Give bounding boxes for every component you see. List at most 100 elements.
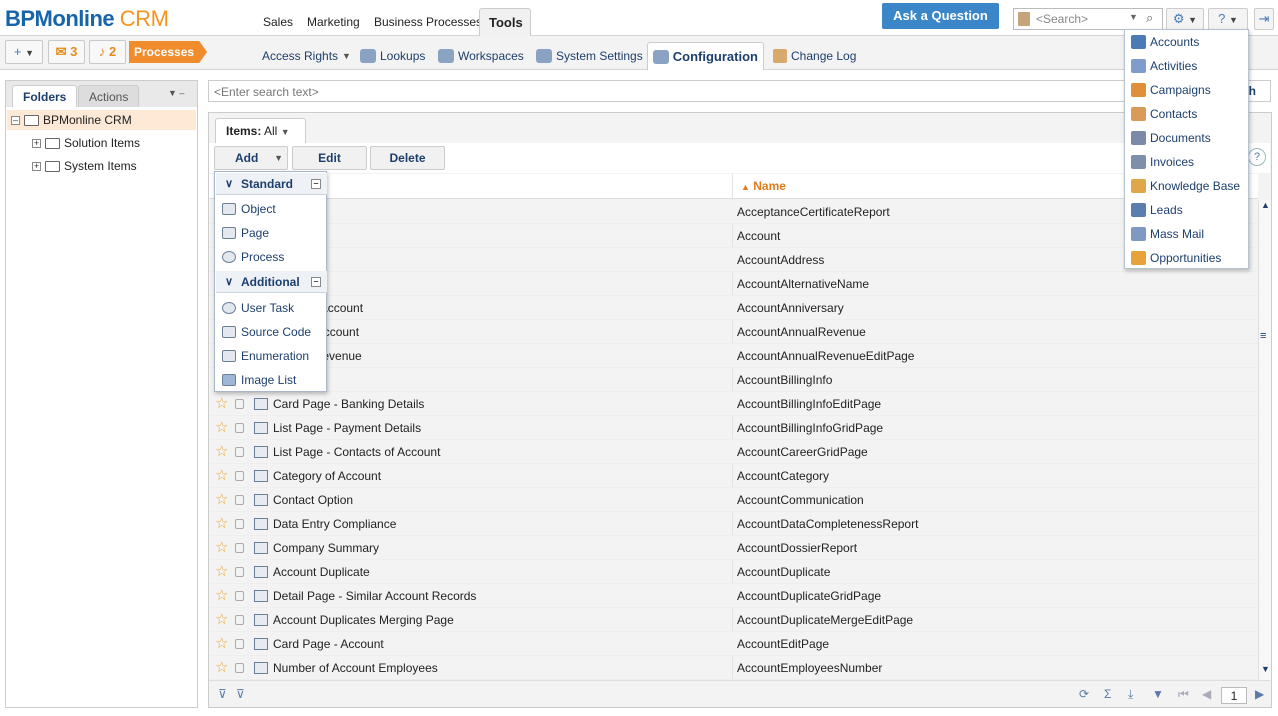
grid-scrollbar[interactable]: ▲ ≡ ▼ (1258, 200, 1271, 680)
table-row[interactable]: ☆Annual RevenueAccountAnnualRevenueEditP… (209, 344, 1258, 368)
panel-menu-icon[interactable]: ▼ – (168, 88, 184, 98)
prev-page-icon[interactable]: ◀ (1202, 687, 1211, 701)
table-row[interactable]: ☆ List Page - Payment Details AccountBilli… (209, 416, 1258, 440)
tab-tools[interactable]: Tools (479, 8, 531, 36)
favorite-star-icon[interactable]: ☆ (215, 392, 228, 416)
menu-item-leads[interactable]: Leads (1125, 198, 1248, 222)
menu-item-process[interactable]: Process (215, 245, 326, 269)
search-button[interactable]: h (1249, 84, 1256, 98)
menu-group-additional[interactable]: ∨ Additional – (216, 271, 327, 293)
tab-access-rights[interactable]: Access Rights ▼ (257, 42, 356, 70)
table-row[interactable]: ☆ Detail Page - Similar Account Records Ac… (209, 584, 1258, 608)
page-number-input[interactable]: 1 (1221, 687, 1247, 704)
menu-item-activities[interactable]: Activities (1125, 54, 1248, 78)
collapse-icon[interactable]: – (11, 115, 20, 125)
table-row[interactable]: ☆enue of AccountAccountAnnualRevenue (209, 320, 1258, 344)
menu-item-source-code[interactable]: Source Code (215, 320, 326, 344)
settings-button[interactable]: ⚙ ▼ (1166, 8, 1204, 30)
favorite-star-icon[interactable]: ☆ (215, 440, 228, 464)
table-row[interactable]: ☆AcceptanceCertificateReport (209, 200, 1258, 224)
favorite-star-icon[interactable]: ☆ (215, 584, 228, 608)
table-row[interactable]: ☆ Account Duplicates Merging Page AccountD… (209, 608, 1258, 632)
tab-actions[interactable]: Actions (78, 85, 140, 107)
table-row[interactable]: ☆ Number of Account Employees AccountEmplo… (209, 656, 1258, 680)
table-row[interactable]: ☆ Contact Option AccountCommunication (209, 488, 1258, 512)
table-row[interactable]: ☆ Data Entry Compliance AccountDataComplet… (209, 512, 1258, 536)
table-row[interactable]: ☆Event of AccountAccountAnniversary (209, 296, 1258, 320)
menu-item-page[interactable]: Page (215, 221, 326, 245)
menu-item-documents[interactable]: Documents (1125, 126, 1248, 150)
grid-help-icon[interactable]: ? (1248, 148, 1266, 166)
menu-item-invoices[interactable]: Invoices (1125, 150, 1248, 174)
first-page-icon[interactable]: ⏮ (1178, 687, 1189, 702)
items-filter-tab[interactable]: Items: All ▼ (215, 118, 306, 143)
favorite-star-icon[interactable]: ☆ (215, 536, 228, 560)
menu-item-object[interactable]: Object (215, 197, 326, 221)
tree-node-system-items[interactable]: + System Items (32, 157, 137, 175)
notifications-button[interactable]: ♪ 2 (89, 40, 126, 64)
edit-button[interactable]: Edit (292, 146, 367, 170)
more-icon[interactable]: ▼ (1152, 687, 1164, 701)
menu-item-user-task[interactable]: User Task (215, 296, 326, 320)
table-row[interactable]: ☆Account (209, 224, 1258, 248)
tree-node-solution-items[interactable]: + Solution Items (32, 134, 140, 152)
favorite-star-icon[interactable]: ☆ (215, 560, 228, 584)
favorite-star-icon[interactable]: ☆ (215, 656, 228, 680)
tab-configuration[interactable]: Configuration (647, 42, 764, 70)
table-row[interactable]: ☆AsAccountAlternativeName (209, 272, 1258, 296)
favorite-star-icon[interactable]: ☆ (215, 608, 228, 632)
expand-icon[interactable]: + (32, 138, 41, 148)
menu-item-knowledge-base[interactable]: Knowledge Base (1125, 174, 1248, 198)
processes-button[interactable]: Processes (129, 41, 207, 63)
favorite-star-icon[interactable]: ☆ (215, 464, 228, 488)
collapse-icon[interactable]: – (311, 179, 321, 189)
menu-item-enumeration[interactable]: Enumeration (215, 344, 326, 368)
favorite-star-icon[interactable]: ☆ (215, 488, 228, 512)
favorite-star-icon[interactable]: ☆ (215, 632, 228, 656)
exit-button[interactable]: ⇥ (1254, 8, 1274, 30)
ask-question-button[interactable]: Ask a Question (882, 3, 999, 29)
tab-folders[interactable]: Folders (12, 85, 78, 107)
search-icon[interactable]: ⌕ (1146, 10, 1153, 26)
table-row[interactable]: ☆ Card Page - Banking Details AccountBilli… (209, 392, 1258, 416)
favorite-star-icon[interactable]: ☆ (215, 512, 228, 536)
items-search-input[interactable]: <Enter search text> h (208, 80, 1271, 102)
table-row[interactable]: ☆tailsAccountBillingInfo (209, 368, 1258, 392)
collapse-icon[interactable]: – (311, 277, 321, 287)
add-quick-button[interactable]: + ▼ (5, 40, 43, 64)
table-row[interactable]: ☆ Card Page - Account AccountEditPage (209, 632, 1258, 656)
table-row[interactable]: ☆ Account Duplicate AccountDuplicate (209, 560, 1258, 584)
sum-icon[interactable]: Σ (1104, 687, 1111, 701)
menu-item-campaigns[interactable]: Campaigns (1125, 78, 1248, 102)
tab-change-log[interactable]: Change Log (768, 42, 861, 70)
filter-settings-icon[interactable]: ⊽ (236, 687, 245, 701)
menu-item-contacts[interactable]: Contacts (1125, 102, 1248, 126)
help-button[interactable]: ? ▼ (1208, 8, 1248, 30)
favorite-star-icon[interactable]: ☆ (215, 416, 228, 440)
mail-button[interactable]: ✉ 3 (48, 40, 85, 64)
tab-workspaces[interactable]: Workspaces (433, 42, 529, 70)
table-row[interactable]: ☆ Company Summary AccountDossierReport (209, 536, 1258, 560)
menu-item-mass-mail[interactable]: Mass Mail (1125, 222, 1248, 246)
table-row[interactable]: ☆ Category of Account AccountCategory (209, 464, 1258, 488)
menu-item-accounts[interactable]: Accounts (1125, 30, 1248, 54)
menu-item-image-list[interactable]: Image List (215, 368, 326, 392)
table-row[interactable]: ☆ List Page - Contacts of Account AccountC… (209, 440, 1258, 464)
tab-marketing[interactable]: Marketing (298, 8, 369, 36)
global-search-input[interactable]: <Search> ▼ ⌕ (1013, 8, 1163, 30)
expand-icon[interactable]: + (32, 161, 41, 171)
tab-business-processes[interactable]: Business Processes (365, 8, 491, 36)
tab-lookups[interactable]: Lookups (355, 42, 430, 70)
tab-sales[interactable]: Sales (254, 8, 302, 36)
filter-icon[interactable]: ⊽ (218, 687, 227, 701)
menu-group-standard[interactable]: ∨ Standard – (216, 173, 327, 195)
next-page-icon[interactable]: ▶ (1255, 687, 1264, 701)
delete-button[interactable]: Delete (370, 146, 445, 170)
column-name-header[interactable]: ▲ Name (741, 179, 786, 193)
add-button[interactable]: Add ▼ (214, 146, 288, 170)
table-row[interactable]: ☆AccountAccountAddress (209, 248, 1258, 272)
tree-node-root[interactable]: – BPMonline CRM (7, 110, 196, 130)
chevron-down-icon[interactable]: ▼ (1129, 12, 1138, 22)
tab-system-settings[interactable]: System Settings (531, 42, 648, 70)
menu-item-opportunities[interactable]: Opportunities (1125, 246, 1248, 270)
